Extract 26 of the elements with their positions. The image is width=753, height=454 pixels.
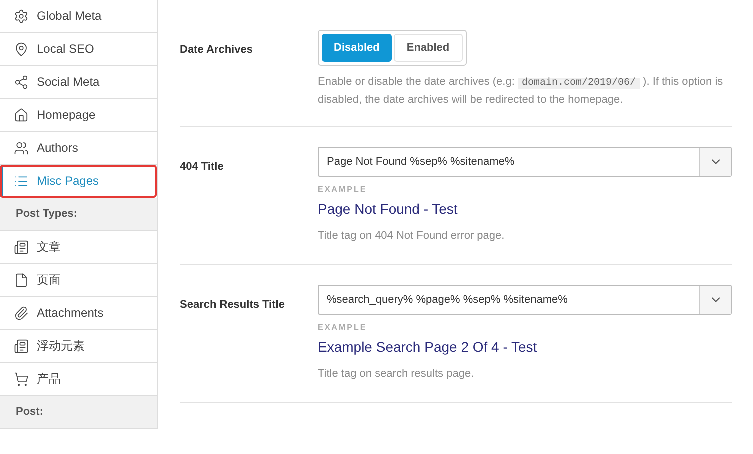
- sidebar-item[interactable]: Misc Pages: [0, 165, 157, 198]
- example-label: EXAMPLE: [318, 184, 368, 196]
- description-text: Title tag on search results page.: [318, 367, 476, 382]
- file-icon: [14, 272, 29, 288]
- users-icon: [14, 140, 29, 156]
- setting-label: Search Results Title: [180, 298, 286, 313]
- paperclip-icon: [14, 306, 29, 320]
- sidebar-heading: Post Types:: [0, 198, 157, 231]
- example-title: Example Search Page 2 Of 4 - Test: [318, 338, 538, 357]
- title-select[interactable]: %search_query% %page% %sep% %sitename%: [318, 285, 732, 315]
- sidebar-heading: Post:: [0, 396, 157, 429]
- cart-icon: [14, 372, 29, 386]
- example-label: EXAMPLE: [318, 322, 368, 334]
- setting-label: Date Archives: [180, 43, 254, 58]
- setting-label: 404 Title: [180, 160, 225, 175]
- document-icon: [14, 338, 29, 354]
- house-icon: [14, 108, 29, 122]
- title-select[interactable]: Page Not Found %sep% %sitename%: [318, 147, 732, 177]
- map-pin-icon: [14, 42, 29, 56]
- share-icon: [14, 74, 29, 90]
- gear-icon: [14, 8, 29, 24]
- description-text: Title tag on 404 Not Found error page.: [318, 229, 506, 244]
- example-title: Page Not Found - Test: [318, 200, 459, 219]
- description-text: Enable or disable the date archives (e.g: domain.com/2019/06/ ). If this option is disabled, the date archives will be redirected to the homepage.: [318, 75, 724, 108]
- toggle-button[interactable]: Enabled: [394, 34, 463, 62]
- document-icon: [14, 240, 29, 254]
